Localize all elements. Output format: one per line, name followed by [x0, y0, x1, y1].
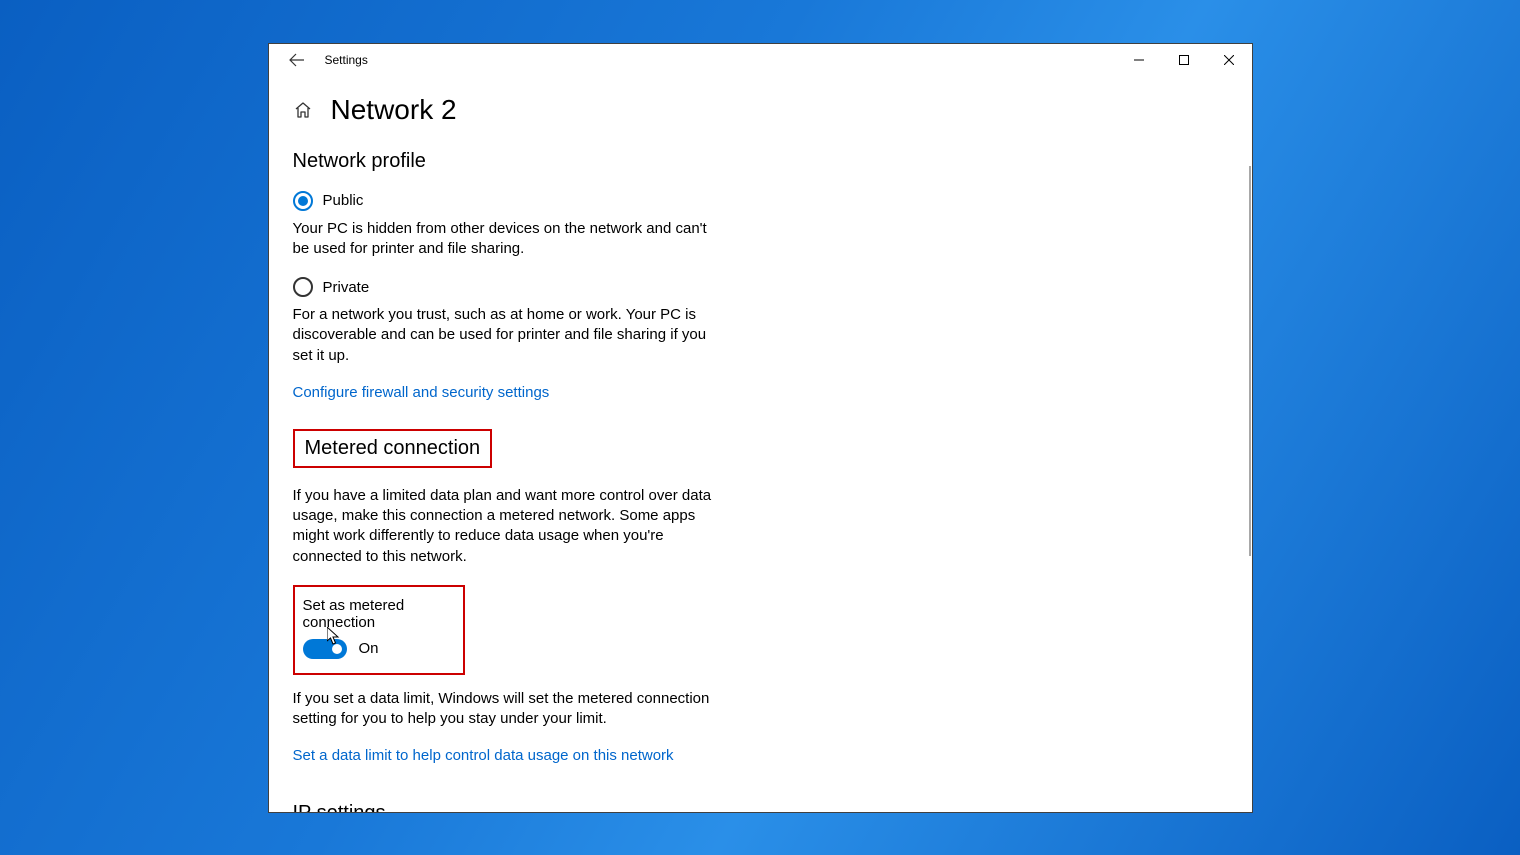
minimize-button[interactable] — [1117, 44, 1162, 76]
back-arrow-icon — [289, 52, 305, 68]
private-description: For a network you trust, such as at home… — [293, 305, 723, 366]
radio-private-indicator — [293, 277, 313, 297]
radio-private-label: Private — [323, 279, 370, 296]
firewall-link[interactable]: Configure firewall and security settings — [293, 384, 550, 401]
close-icon — [1224, 55, 1234, 65]
public-description: Your PC is hidden from other devices on … — [293, 219, 723, 260]
maximize-button[interactable] — [1162, 44, 1207, 76]
metered-description: If you have a limited data plan and want… — [293, 486, 723, 567]
titlebar: Settings — [269, 44, 1252, 76]
scrollbar[interactable] — [1249, 166, 1251, 556]
metered-toggle-highlight: Set as metered connection On — [293, 585, 465, 675]
metered-heading: Metered connection — [305, 437, 481, 460]
home-icon[interactable] — [293, 100, 313, 120]
data-limit-description: If you set a data limit, Windows will se… — [293, 689, 723, 730]
ip-settings-heading: IP settings — [293, 802, 1228, 811]
metered-heading-highlight: Metered connection — [293, 429, 493, 468]
settings-window: Settings Network 2 Network profile — [268, 43, 1253, 813]
toggle-knob — [332, 644, 342, 654]
page-header: Network 2 — [293, 94, 1228, 126]
minimize-icon — [1134, 55, 1144, 65]
data-limit-link[interactable]: Set a data limit to help control data us… — [293, 747, 674, 764]
window-controls — [1117, 44, 1252, 76]
content-area: Network 2 Network profile Public Your PC… — [269, 76, 1252, 812]
radio-public-indicator — [293, 191, 313, 211]
page-title: Network 2 — [331, 94, 457, 126]
app-title: Settings — [325, 53, 368, 67]
radio-public-label: Public — [323, 192, 364, 209]
metered-toggle-state: On — [359, 640, 379, 657]
back-button[interactable] — [277, 44, 317, 76]
radio-private[interactable]: Private — [293, 277, 1228, 297]
metered-toggle[interactable] — [303, 639, 347, 659]
content-scroll: Network 2 Network profile Public Your PC… — [269, 76, 1252, 812]
metered-toggle-label: Set as metered connection — [303, 597, 451, 631]
maximize-icon — [1179, 55, 1189, 65]
network-profile-heading: Network profile — [293, 150, 1228, 173]
radio-public[interactable]: Public — [293, 191, 1228, 211]
close-button[interactable] — [1207, 44, 1252, 76]
